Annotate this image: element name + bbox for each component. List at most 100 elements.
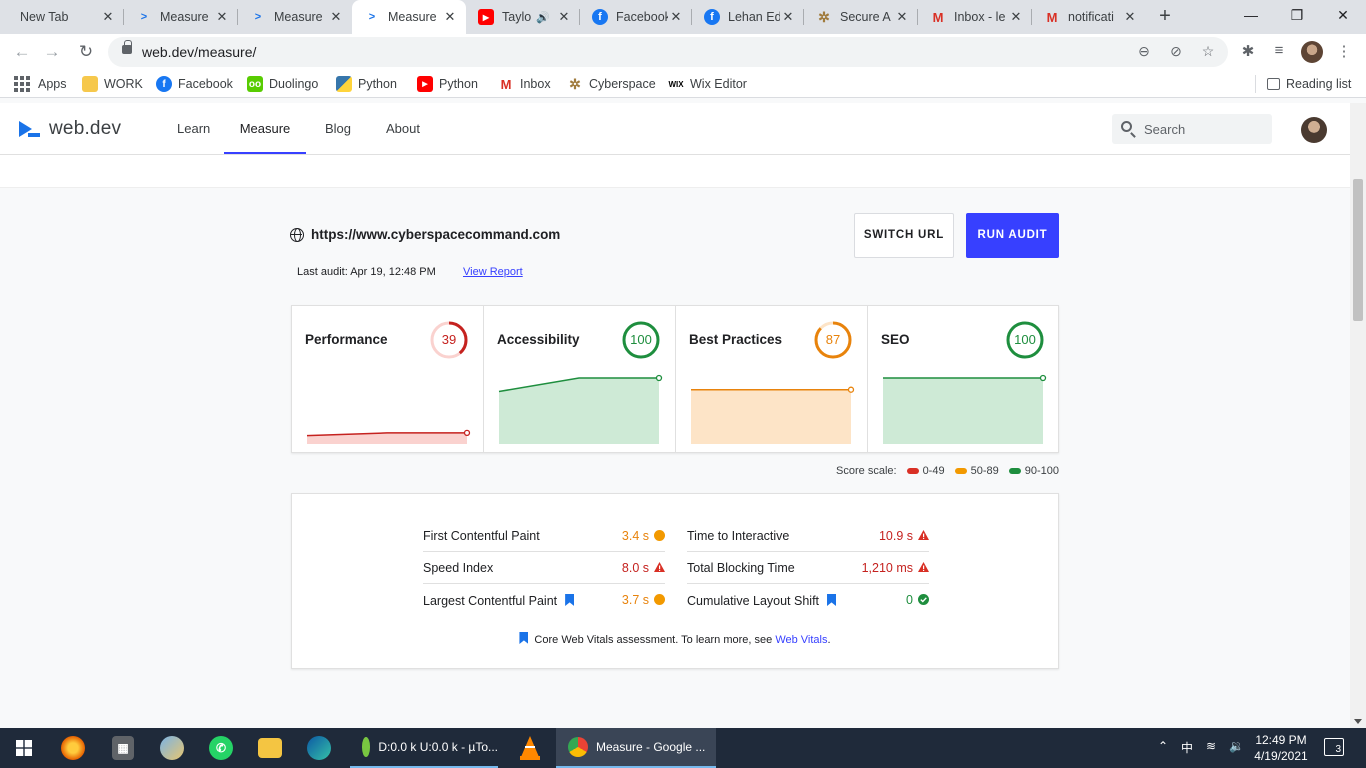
- score-card-accessibility[interactable]: Accessibility 100: [484, 306, 676, 452]
- minimize-button[interactable]: —: [1228, 0, 1274, 32]
- settings-app-icon[interactable]: [160, 736, 184, 760]
- tab-gmail[interactable]: M Inbox - le ✕: [918, 0, 1032, 34]
- close-icon[interactable]: ✕: [328, 9, 344, 25]
- calculator-icon[interactable]: ▦: [112, 736, 134, 760]
- system-clock[interactable]: 12:49 PM 4/19/2021: [1252, 732, 1310, 764]
- tab-gmail[interactable]: M notificati ✕: [1032, 0, 1146, 34]
- bookmark-python-youtube[interactable]: ▶ Python: [417, 75, 478, 93]
- last-audit-text: Last audit: Apr 19, 12:48 PM: [297, 266, 436, 278]
- score-card-seo[interactable]: SEO 100: [868, 306, 1060, 452]
- windows-start-icon[interactable]: [10, 734, 38, 762]
- whatsapp-icon[interactable]: ✆: [209, 736, 233, 760]
- menu-icon[interactable]: ⋮: [1334, 42, 1354, 62]
- nav-blog[interactable]: Blog: [325, 103, 351, 155]
- input-method-icon[interactable]: 中: [1181, 739, 1193, 756]
- file-explorer-icon[interactable]: [258, 738, 282, 758]
- close-icon[interactable]: ✕: [894, 9, 910, 25]
- show-hidden-icons[interactable]: ⌃: [1158, 739, 1168, 753]
- web-vitals-link[interactable]: Web Vitals: [775, 634, 827, 646]
- forward-icon[interactable]: →: [40, 41, 64, 63]
- page-scrollbar[interactable]: [1350, 103, 1366, 728]
- back-icon[interactable]: ←: [10, 41, 34, 63]
- nav-learn[interactable]: Learn: [177, 103, 210, 155]
- nav-measure[interactable]: Measure: [224, 103, 306, 154]
- metric-row: Cumulative Layout Shift 0: [687, 584, 929, 616]
- close-window-button[interactable]: ✕: [1320, 0, 1366, 32]
- url-text[interactable]: web.dev/measure/: [142, 44, 256, 60]
- run-audit-button[interactable]: RUN AUDIT: [966, 213, 1059, 258]
- close-icon[interactable]: ✕: [1008, 9, 1024, 25]
- bookmark-duolingo[interactable]: oo Duolingo: [247, 75, 318, 93]
- metric-row: Speed Index 8.0 s: [423, 552, 665, 584]
- media-control-icon[interactable]: ≡: [1269, 42, 1289, 62]
- eye-slash-icon[interactable]: ⊘: [1167, 43, 1185, 61]
- taskbar-utorrent[interactable]: D:0.0 k U:0.0 k - µTo...: [350, 728, 498, 768]
- legend-orange-swatch: [954, 468, 967, 474]
- legend-green-swatch: [1008, 468, 1021, 474]
- close-icon[interactable]: ✕: [442, 9, 458, 25]
- close-icon[interactable]: ✕: [556, 9, 572, 25]
- metric-label: Total Blocking Time: [687, 561, 795, 575]
- view-report-link[interactable]: View Report: [463, 266, 523, 278]
- score-card-best-practices[interactable]: Best Practices 87: [676, 306, 868, 452]
- volume-icon[interactable]: 🔉: [1229, 739, 1244, 753]
- metric-value: 10.9 s: [878, 529, 913, 543]
- switch-url-button[interactable]: SWITCH URL: [854, 213, 954, 258]
- restore-button[interactable]: ❐: [1274, 0, 1320, 32]
- page-content: web.dev Learn Measure Blog About Search …: [0, 103, 1350, 728]
- profile-avatar[interactable]: [1301, 41, 1323, 63]
- bookmark-work[interactable]: WORK: [82, 75, 143, 93]
- nav-about[interactable]: About: [386, 103, 420, 155]
- score-label: Accessibility: [497, 332, 580, 347]
- scrollbar-thumb[interactable]: [1353, 179, 1363, 321]
- score-card-performance[interactable]: Performance 39: [292, 306, 484, 452]
- bookmark-apps[interactable]: Apps: [14, 75, 67, 93]
- metric-label-wrap: Cumulative Layout Shift: [687, 593, 837, 608]
- scroll-down-icon[interactable]: [1354, 719, 1362, 724]
- wifi-icon[interactable]: ≋: [1206, 739, 1216, 753]
- metric-label: Largest Contentful Paint: [423, 594, 558, 608]
- bookmark-cyberspace[interactable]: ✲ Cyberspace: [567, 75, 656, 93]
- notification-center-icon[interactable]: 3: [1324, 738, 1344, 756]
- bookmark-wix[interactable]: WIX Wix Editor: [668, 75, 747, 93]
- score-label: Performance: [305, 332, 388, 347]
- avatar[interactable]: [1301, 117, 1327, 143]
- bookmark-python[interactable]: Python: [336, 75, 397, 93]
- webdev-icon: >: [368, 11, 376, 23]
- close-icon[interactable]: ✕: [100, 9, 116, 25]
- close-icon[interactable]: ✕: [780, 9, 796, 25]
- search-input[interactable]: Search: [1112, 114, 1272, 144]
- bookmark-facebook[interactable]: f Facebook: [156, 75, 233, 93]
- tab-facebook[interactable]: f Facebook ✕: [580, 0, 692, 34]
- new-tab-button[interactable]: +: [1154, 6, 1176, 28]
- close-icon[interactable]: ✕: [214, 9, 230, 25]
- bookmark-inbox[interactable]: M Inbox: [498, 75, 551, 93]
- tab-measure-active[interactable]: > Measure ✕: [352, 0, 466, 34]
- lock-icon[interactable]: [122, 40, 132, 54]
- close-icon[interactable]: ✕: [668, 9, 684, 25]
- tab-measure[interactable]: > Measure ✕: [238, 0, 352, 34]
- tab-title: Inbox - le: [954, 10, 1006, 24]
- extensions-icon[interactable]: ✱: [1238, 42, 1258, 62]
- webdev-icon: >: [254, 11, 262, 23]
- tab-cyberspace[interactable]: ✲ Secure A ✕: [804, 0, 918, 34]
- gmail-icon: M: [1046, 9, 1058, 25]
- vlc-icon[interactable]: [518, 735, 542, 761]
- star-icon[interactable]: ☆: [1199, 43, 1217, 61]
- close-icon[interactable]: ✕: [1122, 9, 1138, 25]
- taskbar-chrome[interactable]: Measure - Google ...: [556, 728, 716, 768]
- edge-icon[interactable]: [307, 736, 331, 760]
- tab-youtube[interactable]: ▶ Taylo 🔊 ✕: [466, 0, 580, 34]
- tab-measure[interactable]: > Measure ✕: [124, 0, 238, 34]
- zoom-icon[interactable]: ⊖: [1135, 43, 1153, 61]
- bookmark-label: Duolingo: [269, 77, 319, 91]
- reading-list[interactable]: Reading list: [1267, 75, 1351, 93]
- firefox-icon[interactable]: [61, 736, 85, 760]
- reload-icon[interactable]: ↻: [74, 41, 98, 63]
- address-bar[interactable]: web.dev/measure/ ⊖ ⊘ ☆: [108, 37, 1228, 67]
- tab-new-tab[interactable]: New Tab ✕: [0, 0, 124, 34]
- speaker-icon[interactable]: 🔊: [536, 11, 550, 24]
- site-logo[interactable]: web.dev: [19, 118, 121, 140]
- search-placeholder: Search: [1144, 122, 1186, 137]
- tab-facebook[interactable]: f Lehan Ed ✕: [692, 0, 804, 34]
